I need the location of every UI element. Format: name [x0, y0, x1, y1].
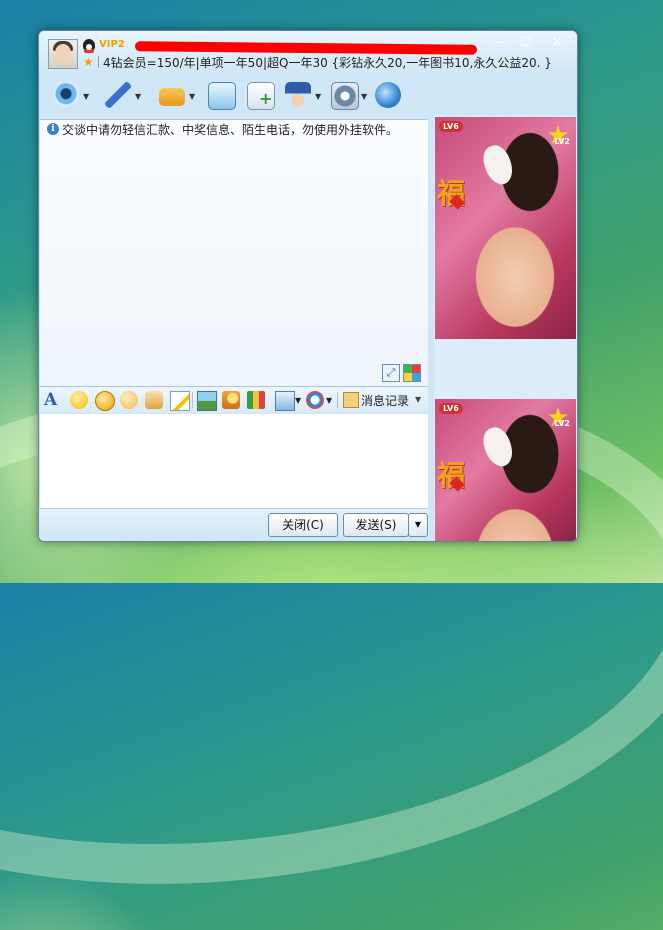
expand-icon[interactable]: ⤢ — [382, 364, 400, 382]
chevron-down-icon[interactable]: ▼ — [295, 396, 301, 405]
webcam-icon — [53, 82, 79, 108]
separator — [98, 56, 99, 68]
share-screen-icon — [375, 82, 401, 108]
info-icon: i — [47, 123, 59, 135]
contact-avatar[interactable] — [48, 39, 78, 69]
own-show-image[interactable]: LV6 ★ LV2 福 — [435, 399, 576, 541]
whiteboard-icon — [208, 82, 236, 110]
send-options-button[interactable]: ▼ — [408, 513, 428, 537]
message-log-label: 消息记录 — [361, 394, 410, 408]
maximize-button[interactable]: ☐ — [514, 34, 538, 50]
gift-icon[interactable] — [222, 391, 240, 409]
chat-history-area[interactable]: i 交谈中请勿轻信汇款、中奖信息、陌生电话，勿使用外挂软件。 ⤢ — [40, 119, 428, 387]
send-file-icon — [159, 88, 185, 106]
contact-signature: 4钻会员=150/年|单项一年50|超Q一年30 {彩钻永久20,一年图书10,… — [103, 56, 552, 70]
chevron-down-icon: ▼ — [361, 92, 368, 101]
chevron-down-icon: ▼ — [135, 92, 142, 101]
chevron-down-icon: ▼ — [315, 92, 322, 101]
side-ad-panel: LV6 ★ LV2 福 LV6 ★ LV2 福 — [434, 115, 577, 541]
message-input[interactable] — [40, 414, 428, 509]
mask-prop — [478, 423, 518, 471]
apps-icon — [331, 82, 359, 110]
level-badge: LV6 — [439, 121, 463, 132]
scribble-icon[interactable] — [145, 391, 163, 409]
title-bar[interactable]: VIP2 ★ 4钻会员=150/年|单项一年50|超Q一年30 {彩钻永久20,… — [39, 31, 577, 75]
color-theme-icon[interactable] — [403, 364, 421, 382]
chevron-down-icon[interactable]: ▼ — [326, 396, 332, 405]
redacted-contact-name — [134, 41, 478, 55]
message-log-button[interactable]: 消息记录 ▼ — [341, 390, 427, 410]
contact-show-image[interactable]: LV6 ★ LV2 福 — [435, 117, 576, 339]
minimize-icon: — — [494, 35, 506, 49]
main-toolbar: ▼ ▼ ▼ + ▼ ▼ — [39, 78, 577, 116]
vip-badge: VIP2 — [99, 39, 125, 50]
star-icon: ★ — [83, 55, 94, 69]
chevron-down-icon: ▼ — [415, 395, 422, 404]
font-icon[interactable]: A — [44, 391, 62, 409]
security-notice: 交谈中请勿轻信汇款、中奖信息、陌生电话，勿使用外挂软件。 — [62, 123, 399, 137]
edit-icon[interactable] — [170, 391, 190, 411]
bottom-action-bar: 关闭(C) 发送(S) ▼ — [39, 509, 429, 541]
minimize-button[interactable]: — — [488, 34, 512, 50]
send-button[interactable]: 发送(S) — [343, 513, 409, 537]
music-icon[interactable] — [247, 391, 265, 409]
close-window-button[interactable]: ✕ — [545, 34, 569, 50]
separator — [192, 392, 193, 408]
magic-emoticon-icon[interactable] — [95, 391, 115, 411]
qq-penguin-icon — [83, 39, 95, 53]
chevron-down-icon: ▼ — [189, 92, 196, 101]
mask-prop — [478, 141, 518, 189]
close-icon: ✕ — [551, 35, 563, 49]
plus-icon: + — [259, 89, 273, 108]
format-toolbar: A ▼ ▼ 消息记录 ▼ — [40, 387, 428, 413]
close-button[interactable]: 关闭(C) — [268, 513, 338, 537]
level2-badge: LV2 — [554, 137, 570, 146]
message-log-icon — [343, 392, 359, 408]
remote-assist-icon — [285, 82, 311, 108]
image-icon[interactable] — [197, 391, 217, 411]
chevron-down-icon: ▼ — [414, 520, 422, 529]
level-badge: LV6 — [439, 403, 463, 414]
qq-chat-window[interactable]: VIP2 ★ 4钻会员=150/年|单项一年50|超Q一年30 {彩钻永久20,… — [38, 30, 578, 542]
soso-search-icon[interactable] — [306, 391, 324, 409]
maximize-icon: ☐ — [520, 35, 532, 49]
level2-badge: LV2 — [554, 419, 570, 428]
microphone-icon — [105, 82, 131, 108]
chevron-down-icon: ▼ — [83, 92, 90, 101]
shake-window-icon[interactable] — [120, 391, 138, 409]
emoticon-icon[interactable] — [70, 391, 88, 409]
screenshot-icon[interactable] — [275, 391, 295, 411]
separator — [337, 392, 338, 408]
